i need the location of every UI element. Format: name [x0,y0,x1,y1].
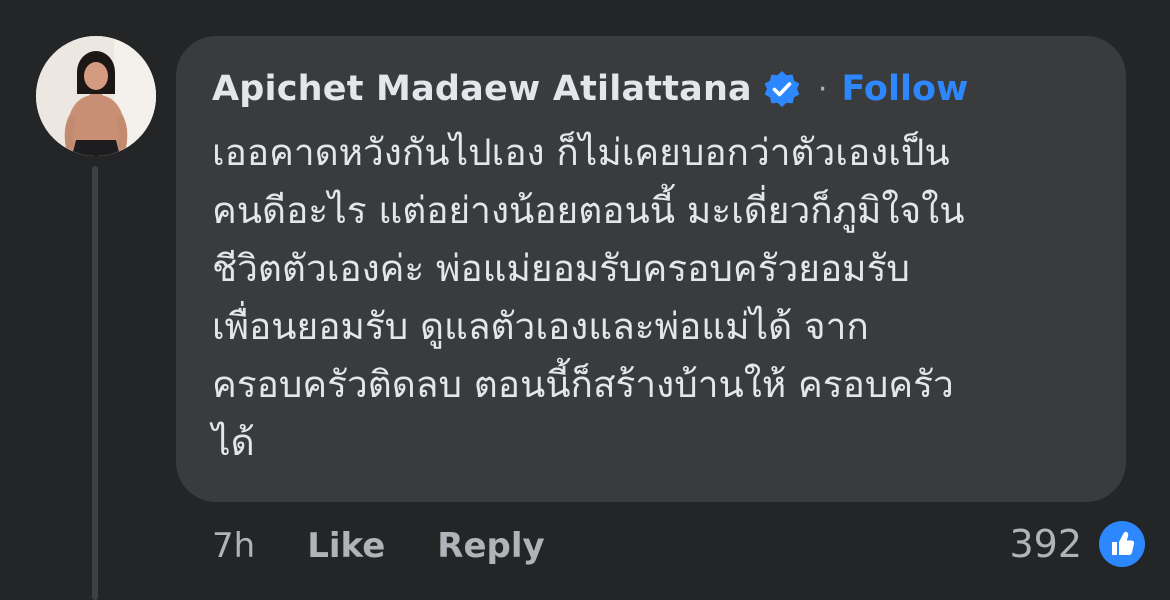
comment-text-line: ชีวิตตัวเองค่ะ พ่อแม่ยอมรับครอบครัวยอมรั… [212,247,910,290]
thread-line [92,166,98,600]
reaction-summary[interactable]: 392 [1009,516,1146,572]
comment-text-line: ครอบครัวติดลบ ตอนนี้ก็สร้างบ้านให้ ครอบค… [212,363,954,406]
reaction-count: 392 [1009,522,1082,566]
comment-text-line: คนดีอะไร แต่อย่างน้อยตอนนี้ มะเดี่ยวก็ภู… [212,189,965,232]
comment-text: เออคาดหวังกันไปเอง ก็ไม่เคยบอกว่าตัวเองเ… [212,124,1102,472]
header-separator: · [817,71,828,107]
comment-thread: Apichet Madaew Atilattana · Follow เออคา… [0,0,1170,600]
comment-text-line: ได้ [212,421,255,464]
comment-text-line: เออคาดหวังกันไปเอง ก็ไม่เคยบอกว่าตัวเองเ… [212,131,950,174]
author-name[interactable]: Apichet Madaew Atilattana [212,69,752,109]
comment-text-line: เพื่อนยอมรับ ดูแลตัวเองและพ่อแม่ได้ จาก [212,305,869,348]
like-reaction-icon [1098,520,1146,568]
comment-timestamp[interactable]: 7h [212,526,255,566]
verified-badge-icon [762,69,802,109]
avatar-photo [36,36,156,156]
comment-header: Apichet Madaew Atilattana · Follow [212,66,968,112]
avatar[interactable] [36,36,156,156]
reply-button[interactable]: Reply [437,526,544,566]
like-button[interactable]: Like [307,526,385,566]
comment-bubble: Apichet Madaew Atilattana · Follow เออคา… [176,36,1126,502]
follow-button[interactable]: Follow [841,69,968,109]
comment-actions: 7h Like Reply [212,518,545,574]
